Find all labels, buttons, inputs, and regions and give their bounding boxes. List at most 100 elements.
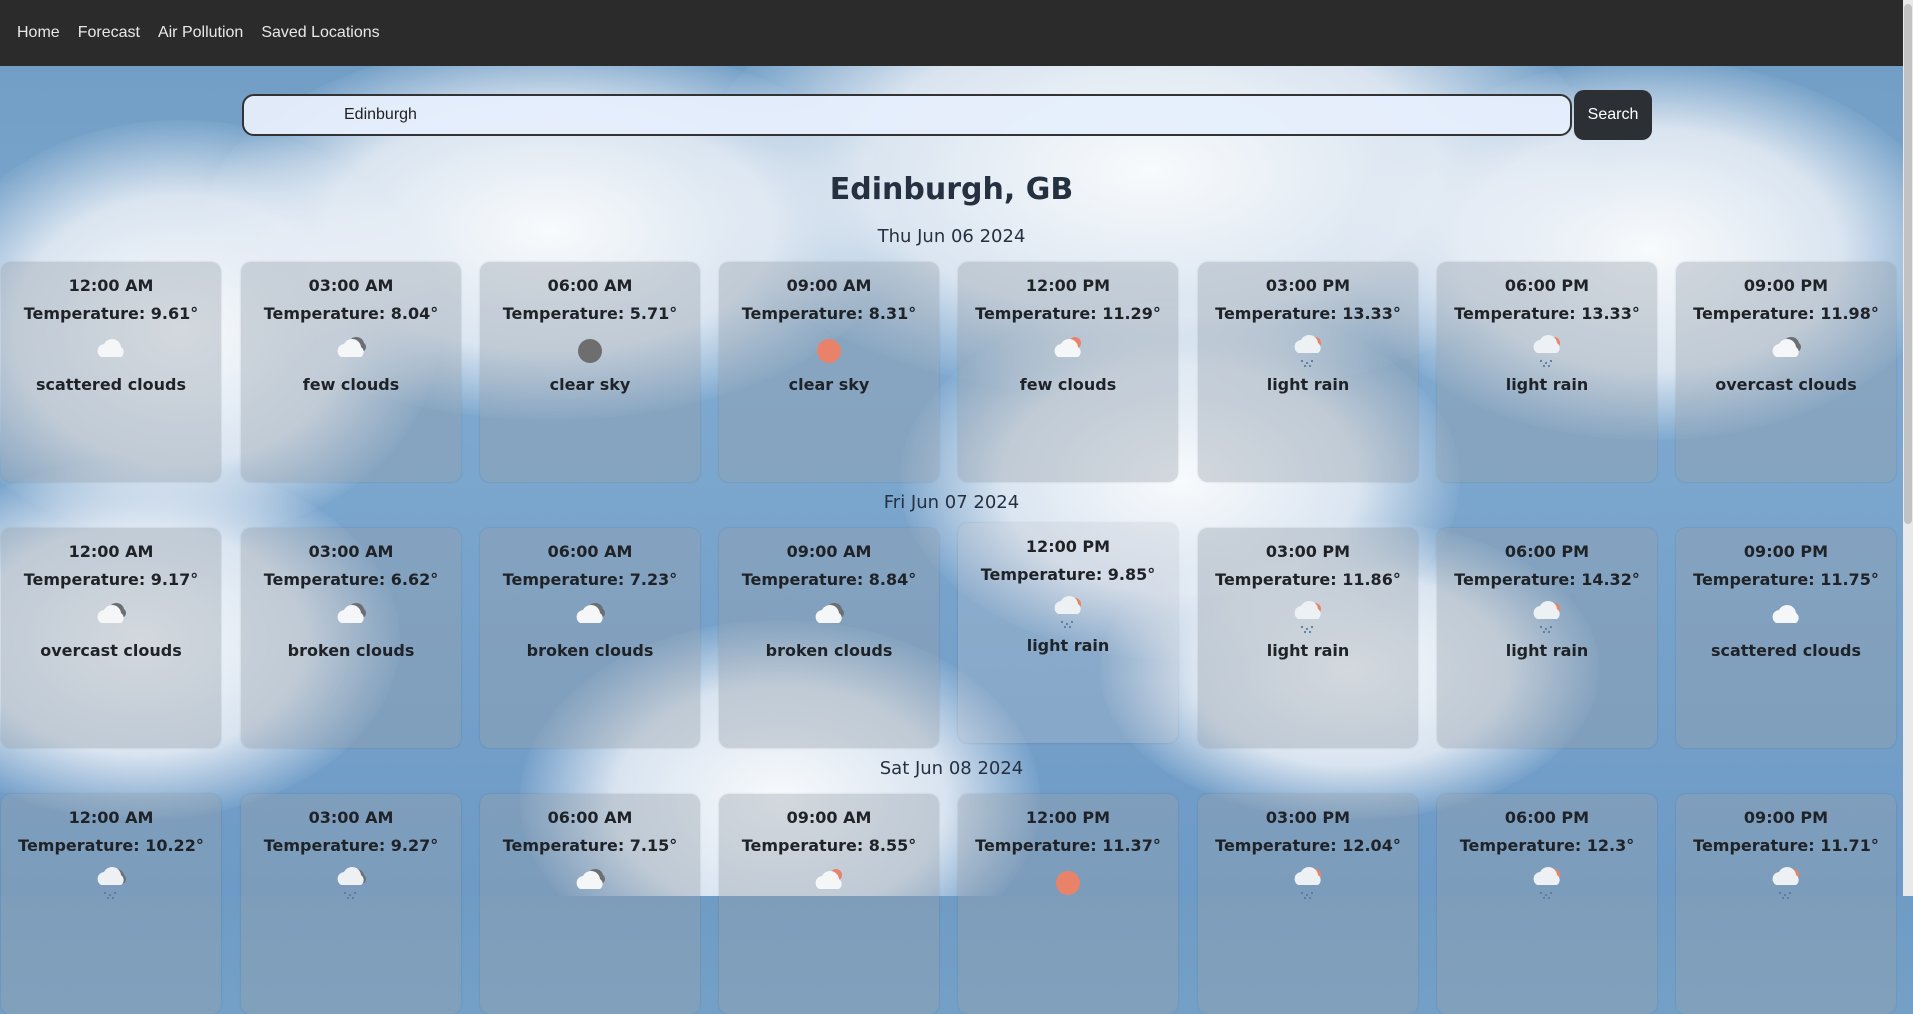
forecast-card[interactable]: 06:00 PM Temperature: 14.32° light rain: [1437, 528, 1657, 748]
forecast-temperature: Temperature: 14.32°: [1454, 570, 1640, 589]
forecast-temperature: Temperature: 6.62°: [263, 570, 439, 589]
forecast-card[interactable]: 06:00 AM Temperature: 5.71° clear sky: [480, 262, 700, 482]
forecast-time: 03:00 PM: [1265, 808, 1351, 827]
forecast-row: 12:00 AM Temperature: 9.61° scattered clou…: [0, 262, 1903, 482]
forecast-card[interactable]: 09:00 AM Temperature: 8.31° clear sky: [719, 262, 939, 482]
forecast-time: 06:00 PM: [1504, 542, 1590, 561]
forecast-card[interactable]: 12:00 AM Temperature: 9.17° overcast cloud…: [1, 528, 221, 748]
forecast-time: 06:00 AM: [547, 808, 633, 827]
forecast-time: 12:00 AM: [68, 542, 154, 561]
light-rain-icon: [1198, 597, 1418, 637]
forecast-card[interactable]: 09:00 AM Temperature: 8.84° broken clouds: [719, 528, 939, 748]
forecast-time: 09:00 AM: [786, 542, 872, 561]
forecast-temperature: Temperature: 13.33°: [1454, 304, 1640, 323]
forecast-temperature: Temperature: 11.37°: [975, 836, 1161, 855]
day-label: Thu Jun 06 2024: [877, 226, 1026, 247]
forecast-temperature: Temperature: 12.3°: [1459, 836, 1635, 855]
forecast-card[interactable]: 09:00 PM Temperature: 11.71°: [1676, 794, 1896, 1014]
forecast-temperature: Temperature: 11.71°: [1693, 836, 1879, 855]
forecast-card[interactable]: 03:00 AM Temperature: 6.62° broken clouds: [241, 528, 461, 748]
light-rain-icon: [1676, 863, 1896, 903]
forecast-time: 06:00 PM: [1504, 276, 1590, 295]
overcast-cloud-icon: [719, 597, 939, 637]
nav-home-link[interactable]: Home: [17, 24, 60, 42]
light-rain-icon: [1437, 597, 1657, 637]
light-rain-icon: [1198, 863, 1418, 903]
forecast-row: 12:00 AM Temperature: 9.17° overcast cloud…: [0, 523, 1903, 748]
forecast-temperature: Temperature: 8.55°: [741, 836, 917, 855]
forecast-temperature: Temperature: 7.23°: [502, 570, 678, 589]
forecast-temperature: Temperature: 8.04°: [263, 304, 439, 323]
forecast-temperature: Temperature: 9.85°: [980, 565, 1156, 584]
overcast-cloud-icon: [1676, 331, 1896, 371]
forecast-time: 09:00 AM: [786, 276, 872, 295]
forecast-time: 09:00 AM: [786, 808, 872, 827]
nav-air-pollution-link[interactable]: Air Pollution: [158, 24, 243, 42]
forecast-time: 12:00 PM: [1025, 276, 1111, 295]
forecast-description: light rain: [1266, 641, 1350, 660]
search-button[interactable]: Search: [1574, 90, 1652, 140]
forecast-temperature: Temperature: 11.29°: [975, 304, 1161, 323]
forecast-time: 09:00 PM: [1743, 542, 1829, 561]
forecast-description: light rain: [1266, 375, 1350, 394]
forecast-description: few clouds: [302, 375, 400, 394]
forecast-card[interactable]: 09:00 PM Temperature: 11.75° scattered clo…: [1676, 528, 1896, 748]
forecast-temperature: Temperature: 12.04°: [1215, 836, 1401, 855]
forecast-description: broken clouds: [765, 641, 893, 660]
overcast-cloud-icon: [241, 597, 461, 637]
day-label: Sat Jun 08 2024: [879, 758, 1024, 779]
rain-night-icon: [241, 863, 461, 903]
forecast-card[interactable]: 12:00 AM Temperature: 9.61° scattered clou…: [1, 262, 221, 482]
forecast-time: 12:00 AM: [68, 276, 154, 295]
forecast-card[interactable]: 09:00 AM Temperature: 8.55°: [719, 794, 939, 1014]
overcast-cloud-icon: [480, 597, 700, 637]
nav-saved-locations-link[interactable]: Saved Locations: [261, 24, 379, 42]
forecast-card[interactable]: 12:00 PM Temperature: 11.37°: [958, 794, 1178, 1014]
sun-icon: [958, 863, 1178, 903]
forecast-card[interactable]: 12:00 AM Temperature: 10.22°: [1, 794, 221, 1014]
forecast-description: clear sky: [549, 375, 631, 394]
forecast-card[interactable]: 03:00 AM Temperature: 9.27°: [241, 794, 461, 1014]
forecast-time: 03:00 PM: [1265, 276, 1351, 295]
search-input[interactable]: [242, 94, 1572, 136]
forecast-card[interactable]: 09:00 PM Temperature: 11.98° overcast clou…: [1676, 262, 1896, 482]
light-rain-icon: [1437, 863, 1657, 903]
forecast-temperature: Temperature: 11.98°: [1693, 304, 1879, 323]
forecast-card[interactable]: 03:00 PM Temperature: 12.04°: [1198, 794, 1418, 1014]
forecast-description: light rain: [1026, 636, 1110, 655]
sun-cloud-icon: [958, 331, 1178, 371]
forecast-description: few clouds: [1019, 375, 1117, 394]
overcast-cloud-icon: [480, 863, 700, 903]
forecast-description: broken clouds: [526, 641, 654, 660]
forecast-time: 09:00 PM: [1743, 276, 1829, 295]
forecast-description: scattered clouds: [1710, 641, 1862, 660]
navbar: Home Forecast Air Pollution Saved Locati…: [0, 0, 1911, 66]
forecast-description: light rain: [1505, 641, 1589, 660]
forecast-time: 03:00 AM: [308, 808, 394, 827]
forecast-card[interactable]: 03:00 PM Temperature: 13.33° light rain: [1198, 262, 1418, 482]
forecast-time: 03:00 PM: [1265, 542, 1351, 561]
forecast-temperature: Temperature: 5.71°: [502, 304, 678, 323]
forecast-temperature: Temperature: 7.15°: [502, 836, 678, 855]
forecast-temperature: Temperature: 8.84°: [741, 570, 917, 589]
day-label: Fri Jun 07 2024: [883, 492, 1020, 513]
scrollbar[interactable]: [1903, 0, 1913, 896]
forecast-time: 12:00 PM: [1025, 808, 1111, 827]
forecast-row: 12:00 AM Temperature: 10.22° 03:00 AM Tempe…: [0, 794, 1903, 1014]
scrollbar-thumb[interactable]: [1904, 4, 1912, 524]
forecast-temperature: Temperature: 10.22°: [18, 836, 204, 855]
forecast-card[interactable]: 06:00 AM Temperature: 7.15°: [480, 794, 700, 1014]
forecast-card[interactable]: 03:00 AM Temperature: 8.04° few clouds: [241, 262, 461, 482]
forecast-temperature: Temperature: 11.86°: [1215, 570, 1401, 589]
forecast-description: broken clouds: [287, 641, 415, 660]
forecast-card[interactable]: 03:00 PM Temperature: 11.86° light rain: [1198, 528, 1418, 748]
forecast-card[interactable]: 06:00 PM Temperature: 13.33° light rain: [1437, 262, 1657, 482]
forecast-card[interactable]: 06:00 AM Temperature: 7.23° broken clouds: [480, 528, 700, 748]
forecast-card[interactable]: 12:00 PM Temperature: 11.29° few clouds: [958, 262, 1178, 482]
nav-forecast-link[interactable]: Forecast: [78, 24, 140, 42]
forecast-time: 12:00 PM: [1025, 537, 1111, 556]
forecast-card[interactable]: 06:00 PM Temperature: 12.3°: [1437, 794, 1657, 1014]
light-rain-icon: [1437, 331, 1657, 371]
forecast-card[interactable]: 12:00 PM Temperature: 9.85° light rain: [958, 523, 1178, 743]
forecast-temperature: Temperature: 11.75°: [1693, 570, 1879, 589]
